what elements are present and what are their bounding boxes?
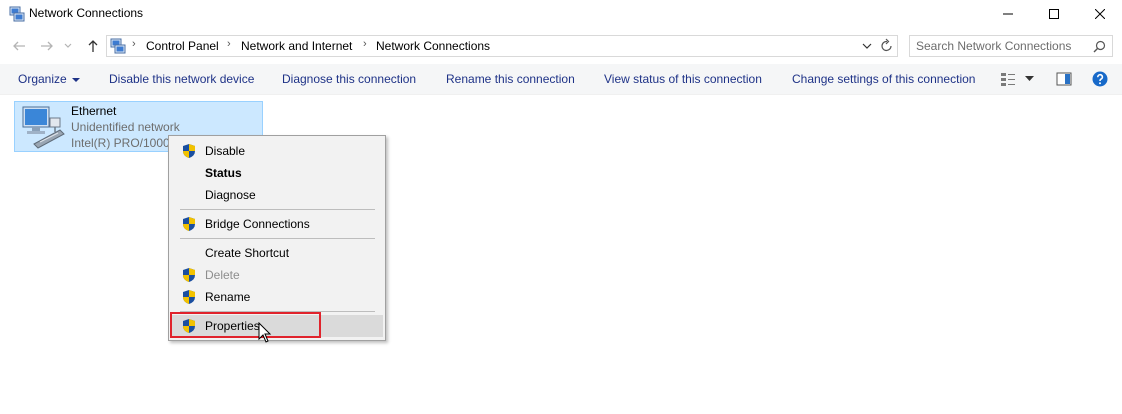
diagnose-connection-button[interactable]: Diagnose this connection [282, 72, 416, 86]
connection-name: Ethernet [71, 104, 117, 118]
view-status-button[interactable]: View status of this connection [604, 72, 762, 86]
menu-item-diagnose[interactable]: Diagnose [171, 184, 383, 206]
menu-item-bridge-connections[interactable]: Bridge Connections [171, 213, 383, 235]
search-icon[interactable] [1093, 40, 1106, 53]
menu-item-status[interactable]: Status [171, 162, 383, 184]
menu-separator [180, 238, 375, 239]
breadcrumb-separator[interactable]: › [227, 38, 231, 50]
network-connections-icon [9, 6, 25, 22]
address-bar[interactable]: › Control Panel › Network and Internet ›… [106, 35, 898, 57]
refresh-icon[interactable] [880, 38, 894, 54]
uac-shield-icon [183, 268, 195, 282]
context-menu: Disable Status Diagnose Bridge Connectio… [168, 135, 386, 341]
uac-shield-icon [183, 217, 195, 231]
menu-item-disable[interactable]: Disable [171, 140, 383, 162]
close-icon [1095, 9, 1105, 19]
back-button[interactable] [9, 37, 29, 55]
menu-item-label: Status [205, 166, 242, 180]
chevron-down-icon [64, 43, 72, 48]
control-panel-icon [110, 38, 126, 54]
change-settings-button[interactable]: Change settings of this connection [792, 72, 975, 86]
address-dropdown-icon[interactable] [860, 39, 874, 53]
connection-status: Unidentified network [71, 120, 180, 134]
menu-item-label: Delete [205, 268, 240, 282]
forward-arrow-icon [41, 41, 53, 51]
breadcrumb-control-panel[interactable]: Control Panel [146, 39, 219, 53]
ethernet-adapter-icon [22, 106, 65, 149]
breadcrumb-network-connections[interactable]: Network Connections [376, 39, 490, 53]
rename-connection-button[interactable]: Rename this connection [446, 72, 575, 86]
view-options-chevron-icon[interactable] [1025, 76, 1034, 82]
menu-item-label: Diagnose [205, 188, 256, 202]
up-arrow-icon [88, 40, 98, 52]
window-title: Network Connections [29, 6, 144, 20]
address-row: › Control Panel › Network and Internet ›… [0, 32, 1122, 60]
menu-separator [180, 209, 375, 210]
menu-item-label: Disable [205, 144, 246, 158]
menu-item-label: Create Shortcut [205, 246, 290, 260]
menu-item-label: Bridge Connections [205, 217, 310, 231]
mouse-cursor-icon [258, 322, 272, 343]
maximize-button[interactable] [1031, 0, 1077, 28]
preview-pane-icon[interactable] [1056, 71, 1072, 87]
title-bar: Network Connections [0, 0, 1122, 28]
menu-item-rename[interactable]: Rename [171, 286, 383, 308]
organize-button[interactable]: Organize [18, 72, 80, 86]
chevron-down-icon [71, 77, 80, 82]
help-icon[interactable] [1092, 71, 1108, 87]
change-view-icon[interactable] [1000, 71, 1016, 87]
organize-label: Organize [18, 72, 67, 86]
menu-item-create-shortcut[interactable]: Create Shortcut [171, 242, 383, 264]
recent-locations-button[interactable] [62, 37, 74, 55]
maximize-icon [1049, 9, 1059, 19]
breadcrumb-separator[interactable]: › [132, 38, 136, 50]
up-button[interactable] [83, 37, 103, 55]
command-bar: Organize Disable this network device Dia… [0, 64, 1122, 95]
back-arrow-icon [13, 41, 25, 51]
minimize-button[interactable] [985, 0, 1031, 28]
disable-device-button[interactable]: Disable this network device [109, 72, 254, 86]
uac-shield-icon [183, 290, 195, 304]
uac-shield-icon [183, 144, 195, 158]
breadcrumb-network-and-internet[interactable]: Network and Internet [241, 39, 352, 53]
search-box[interactable] [909, 35, 1113, 57]
highlight-box [170, 312, 321, 338]
menu-item-delete: Delete [171, 264, 383, 286]
forward-button[interactable] [37, 37, 57, 55]
menu-item-label: Rename [205, 290, 251, 304]
connection-device: Intel(R) PRO/1000 M [71, 136, 184, 150]
search-input[interactable] [916, 38, 1086, 54]
minimize-icon [1003, 13, 1013, 15]
breadcrumb-separator[interactable]: › [363, 38, 367, 50]
close-button[interactable] [1077, 0, 1122, 28]
